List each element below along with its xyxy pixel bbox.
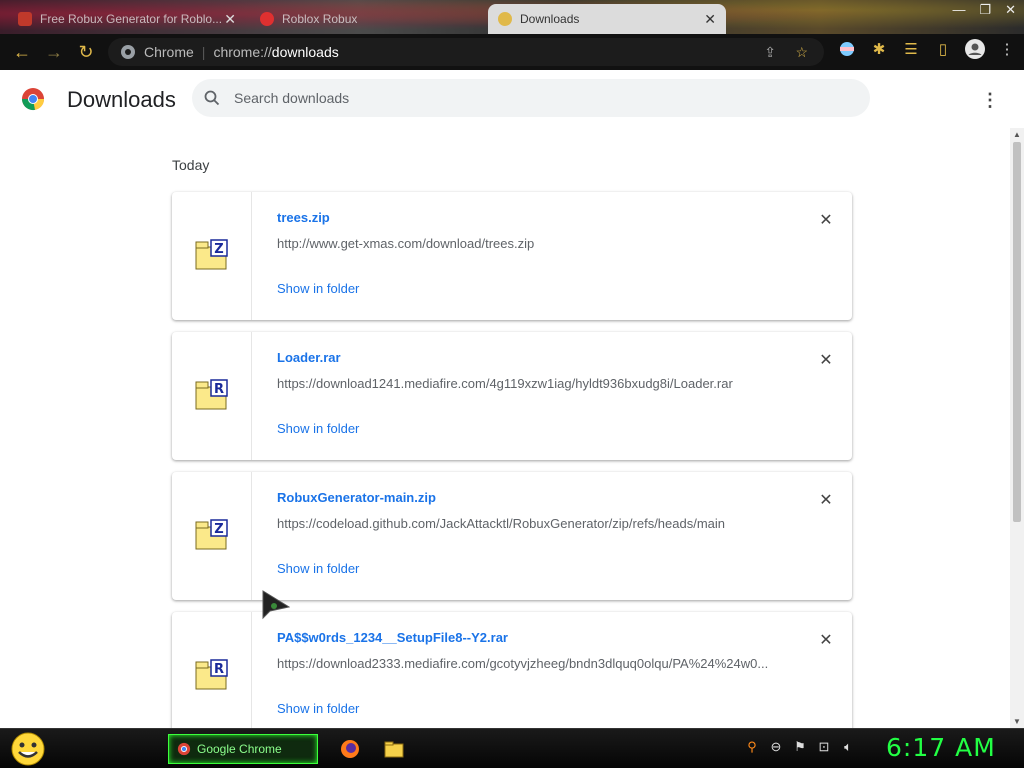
tab-title: Free Robux Generator for Roblo... [40, 12, 223, 26]
mouse-cursor-icon [262, 590, 290, 620]
media-playlist-icon[interactable]: ☰ [900, 38, 922, 60]
scroll-thumb[interactable] [1013, 142, 1021, 522]
chrome-icon [121, 45, 135, 59]
maximize-icon[interactable]: ❐ [979, 2, 991, 18]
file-source-url[interactable]: https://download1241.mediafire.com/4g119… [277, 376, 777, 391]
volume-icon[interactable]: 🔈︎ [840, 739, 856, 755]
download-item: Z trees.zip http://www.get-xmas.com/down… [172, 192, 852, 320]
download-item: R PA$$w0rds_1234__SetupFile8--Y2.rar htt… [172, 612, 852, 728]
close-icon[interactable]: ✕ [224, 11, 236, 28]
url-prefix: chrome:// [213, 44, 272, 60]
file-icon-column: Z [172, 192, 252, 320]
firefox-icon[interactable] [340, 739, 360, 759]
file-explorer-icon[interactable] [384, 739, 404, 759]
action-center-flag-icon[interactable]: ⚑ [792, 739, 808, 755]
file-icon-column: Z [172, 472, 252, 600]
smiley-start-icon[interactable] [8, 731, 48, 767]
file-source-url[interactable]: https://codeload.github.com/JackAttacktl… [277, 516, 777, 531]
show-in-folder-link[interactable]: Show in folder [277, 421, 359, 436]
page-icon [18, 12, 32, 26]
close-icon[interactable]: ✕ [704, 11, 716, 28]
show-in-folder-link[interactable]: Show in folder [277, 561, 359, 576]
search-icon [204, 90, 220, 106]
bookmark-star-icon[interactable]: ☆ [795, 44, 808, 61]
file-name-link[interactable]: trees.zip [277, 210, 330, 225]
page-scrollbar[interactable]: ▲ ▼ [1010, 128, 1024, 728]
remove-download-icon[interactable]: ✕ [816, 630, 836, 650]
chrome-logo-icon [22, 88, 45, 111]
puzzle-extensions-icon[interactable]: ✱ [868, 38, 890, 60]
tab-title: Downloads [520, 12, 580, 26]
show-in-folder-link[interactable]: Show in folder [277, 281, 359, 296]
file-source-url[interactable]: https://download2333.mediafire.com/gcoty… [277, 656, 777, 671]
page-title: Downloads [67, 87, 176, 112]
network-icon[interactable]: ⊡ [816, 739, 832, 755]
forward-button[interactable]: → [38, 36, 70, 68]
menu-kebab-icon[interactable]: ⋮ [996, 38, 1018, 60]
zip-archive-icon: Z [195, 239, 228, 270]
share-icon[interactable]: ⇪ [764, 44, 776, 61]
file-name-link[interactable]: PA$$w0rds_1234__SetupFile8--Y2.rar [277, 630, 508, 645]
search-input[interactable] [234, 90, 794, 106]
tab-strip: Free Robux Generator for Roblo... ✕ Robl… [0, 0, 1024, 34]
browser-toolbar: ← → ↻ Chrome | chrome:// downloads ⇪ ☆ ✱… [0, 34, 1024, 70]
download-item: Z RobuxGenerator-main.zip https://codelo… [172, 472, 852, 600]
download-item: R Loader.rar https://download1241.mediaf… [172, 332, 852, 460]
svg-text:R: R [214, 382, 224, 397]
minimize-icon[interactable]: — [952, 2, 965, 18]
rar-archive-icon: R [195, 379, 228, 410]
tab-title: Roblox Robux [282, 12, 358, 26]
zip-archive-icon: Z [195, 519, 228, 550]
search-tray-icon[interactable]: ⚲ [744, 739, 760, 755]
file-name-link[interactable]: Loader.rar [277, 350, 341, 365]
remove-download-icon[interactable]: ✕ [816, 350, 836, 370]
minus-circle-icon[interactable]: ⊖ [768, 739, 784, 755]
date-section-label: Today [172, 157, 210, 173]
separator: | [201, 44, 206, 60]
svg-text:R: R [214, 662, 224, 677]
tab-robux-generator[interactable]: Free Robux Generator for Roblo... ✕ [8, 4, 246, 34]
extension-flag-icon[interactable] [836, 38, 858, 60]
system-tray: ⚲ ⊖ ⚑ ⊡ 🔈︎ [744, 739, 856, 755]
show-in-folder-link[interactable]: Show in folder [277, 701, 359, 716]
downloads-icon [498, 12, 512, 26]
roblox-r-icon [260, 12, 274, 26]
os-taskbar: Google Chrome ⚲ ⊖ ⚑ ⊡ 🔈︎ 6:17 AM [0, 728, 1024, 768]
side-panel-icon[interactable]: ▯ [932, 38, 954, 60]
page-header: Downloads ⋮ [0, 70, 1010, 128]
more-actions-button[interactable]: ⋮ [978, 88, 1002, 112]
tab-downloads[interactable]: Downloads ✕ [488, 4, 726, 34]
address-bar[interactable]: Chrome | chrome:// downloads ⇪ ☆ [108, 38, 824, 66]
profile-avatar-icon[interactable] [964, 38, 986, 60]
downloads-page: Downloads ⋮ Today Z trees.zip http://www… [0, 70, 1024, 728]
back-button[interactable]: ← [6, 36, 38, 68]
file-icon-column: R [172, 332, 252, 460]
window-close-icon[interactable]: ✕ [1005, 2, 1016, 18]
file-name-link[interactable]: RobuxGenerator-main.zip [277, 490, 436, 505]
scroll-up-arrow-icon[interactable]: ▲ [1012, 130, 1022, 139]
toolbar-extensions: ✱ ☰ ▯ ⋮ [836, 38, 1018, 60]
file-icon-column: R [172, 612, 252, 728]
reload-button[interactable]: ↻ [70, 36, 102, 68]
taskbar-clock[interactable]: 6:17 AM [886, 733, 996, 762]
remove-download-icon[interactable]: ✕ [816, 490, 836, 510]
scroll-down-arrow-icon[interactable]: ▼ [1012, 717, 1022, 726]
tab-roblox-robux[interactable]: Roblox Robux [250, 4, 482, 34]
file-source-url[interactable]: http://www.get-xmas.com/download/trees.z… [277, 236, 777, 251]
svg-text:Z: Z [214, 522, 223, 537]
rar-archive-icon: R [195, 659, 228, 690]
url-host: downloads [271, 44, 339, 60]
remove-download-icon[interactable]: ✕ [816, 210, 836, 230]
taskbar-app-chrome[interactable]: Google Chrome [168, 734, 318, 764]
chrome-icon [177, 742, 191, 756]
svg-text:Z: Z [214, 242, 223, 257]
search-bar[interactable] [192, 79, 870, 117]
scheme-label: Chrome [144, 44, 194, 60]
taskbar-app-label: Google Chrome [197, 742, 282, 756]
window-controls: — ❐ ✕ [952, 2, 1016, 18]
